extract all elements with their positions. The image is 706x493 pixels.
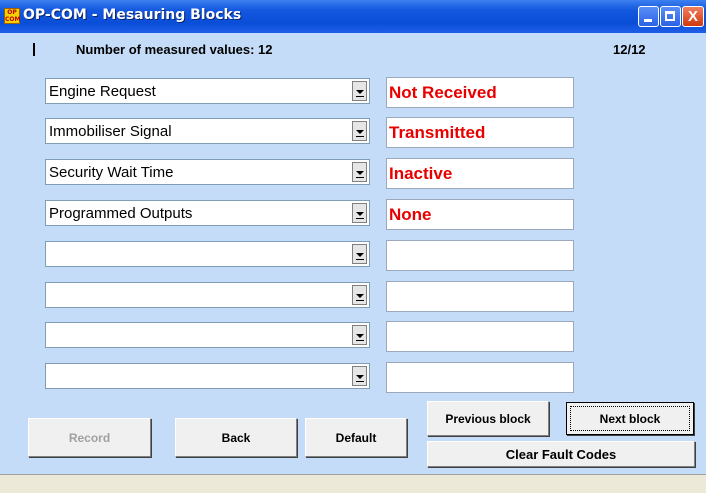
parameter-select-7[interactable]	[45, 322, 370, 348]
dropdown-arrow-icon[interactable]	[352, 162, 367, 182]
record-button[interactable]: Record	[28, 418, 151, 457]
next-block-button[interactable]: Next block	[566, 402, 694, 435]
parameter-select-5[interactable]	[45, 241, 370, 267]
measured-value-text: None	[389, 205, 432, 224]
back-button[interactable]: Back	[175, 418, 297, 457]
close-button[interactable]: X	[682, 6, 704, 27]
parameter-select-value: Immobiliser Signal	[49, 123, 172, 140]
measured-value-7	[386, 321, 574, 352]
record-button-label: Record	[68, 431, 111, 445]
dropdown-arrow-icon[interactable]	[352, 244, 367, 264]
parameter-select-2[interactable]: Immobiliser Signal	[45, 118, 370, 144]
dropdown-arrow-icon[interactable]	[352, 366, 367, 386]
status-bar	[0, 474, 706, 493]
parameter-select-6[interactable]	[45, 282, 370, 308]
default-button-label: Default	[335, 431, 377, 445]
dropdown-arrow-icon[interactable]	[352, 285, 367, 305]
close-icon: X	[687, 8, 698, 25]
opcom-app-icon: OP COM	[4, 8, 21, 24]
dropdown-arrow-icon[interactable]	[352, 81, 367, 101]
text-cursor-mark	[33, 43, 35, 56]
parameter-select-value: Engine Request	[49, 83, 156, 100]
measured-value-2: Transmitted	[386, 117, 574, 148]
dropdown-arrow-icon[interactable]	[352, 203, 367, 223]
clear-fault-codes-button[interactable]: Clear Fault Codes	[427, 441, 695, 467]
block-page-indicator: 12/12	[613, 42, 646, 57]
parameter-select-4[interactable]: Programmed Outputs	[45, 200, 370, 226]
default-button[interactable]: Default	[305, 418, 407, 457]
dropdown-arrow-icon[interactable]	[352, 121, 367, 141]
parameter-select-3[interactable]: Security Wait Time	[45, 159, 370, 185]
minimize-icon	[644, 19, 652, 22]
measured-value-5	[386, 240, 574, 271]
back-button-label: Back	[221, 431, 251, 445]
measured-value-6	[386, 281, 574, 312]
maximize-icon	[665, 11, 675, 21]
parameter-select-value: Security Wait Time	[49, 164, 174, 181]
measured-value-text: Not Received	[389, 83, 497, 102]
minimize-button[interactable]	[638, 6, 659, 27]
measured-values-count: Number of measured values: 12	[76, 42, 273, 57]
title-bar[interactable]: OP COM OP-COM - Mesauring Blocks X	[0, 0, 706, 33]
parameter-select-value: Programmed Outputs	[49, 205, 193, 222]
parameter-select-8[interactable]	[45, 363, 370, 389]
measured-value-1: Not Received	[386, 77, 574, 108]
measured-value-text: Transmitted	[389, 123, 486, 142]
previous-block-label: Previous block	[445, 412, 531, 426]
parameter-select-1[interactable]: Engine Request	[45, 78, 370, 104]
window-title: OP-COM - Mesauring Blocks	[23, 7, 242, 23]
measured-value-3: Inactive	[386, 158, 574, 189]
measured-value-8	[386, 362, 574, 393]
maximize-button[interactable]	[660, 6, 681, 27]
measured-value-4: None	[386, 199, 574, 230]
next-block-label: Next block	[599, 412, 661, 426]
dropdown-arrow-icon[interactable]	[352, 325, 367, 345]
measured-value-text: Inactive	[389, 164, 453, 183]
clear-fault-codes-label: Clear Fault Codes	[505, 447, 617, 462]
previous-block-button[interactable]: Previous block	[427, 401, 549, 436]
